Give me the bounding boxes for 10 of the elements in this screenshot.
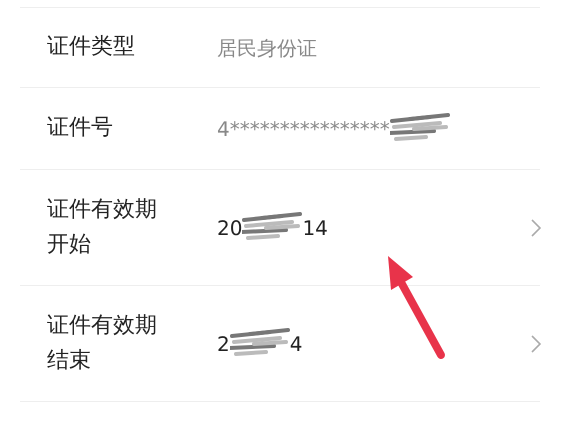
- field-label: 证件类型: [47, 33, 136, 62]
- field-value: 4: [290, 330, 302, 358]
- field-value: 4****************: [217, 116, 390, 142]
- field-value: 居民身份证: [217, 34, 317, 62]
- field-label: 证件有效期开始: [47, 196, 158, 258]
- field-label: 证件有效期结束: [47, 312, 158, 374]
- field-value: 2: [217, 330, 230, 358]
- field-value: 20: [217, 214, 242, 242]
- field-label: 证件号: [47, 114, 114, 142]
- field-value: 14: [302, 214, 328, 242]
